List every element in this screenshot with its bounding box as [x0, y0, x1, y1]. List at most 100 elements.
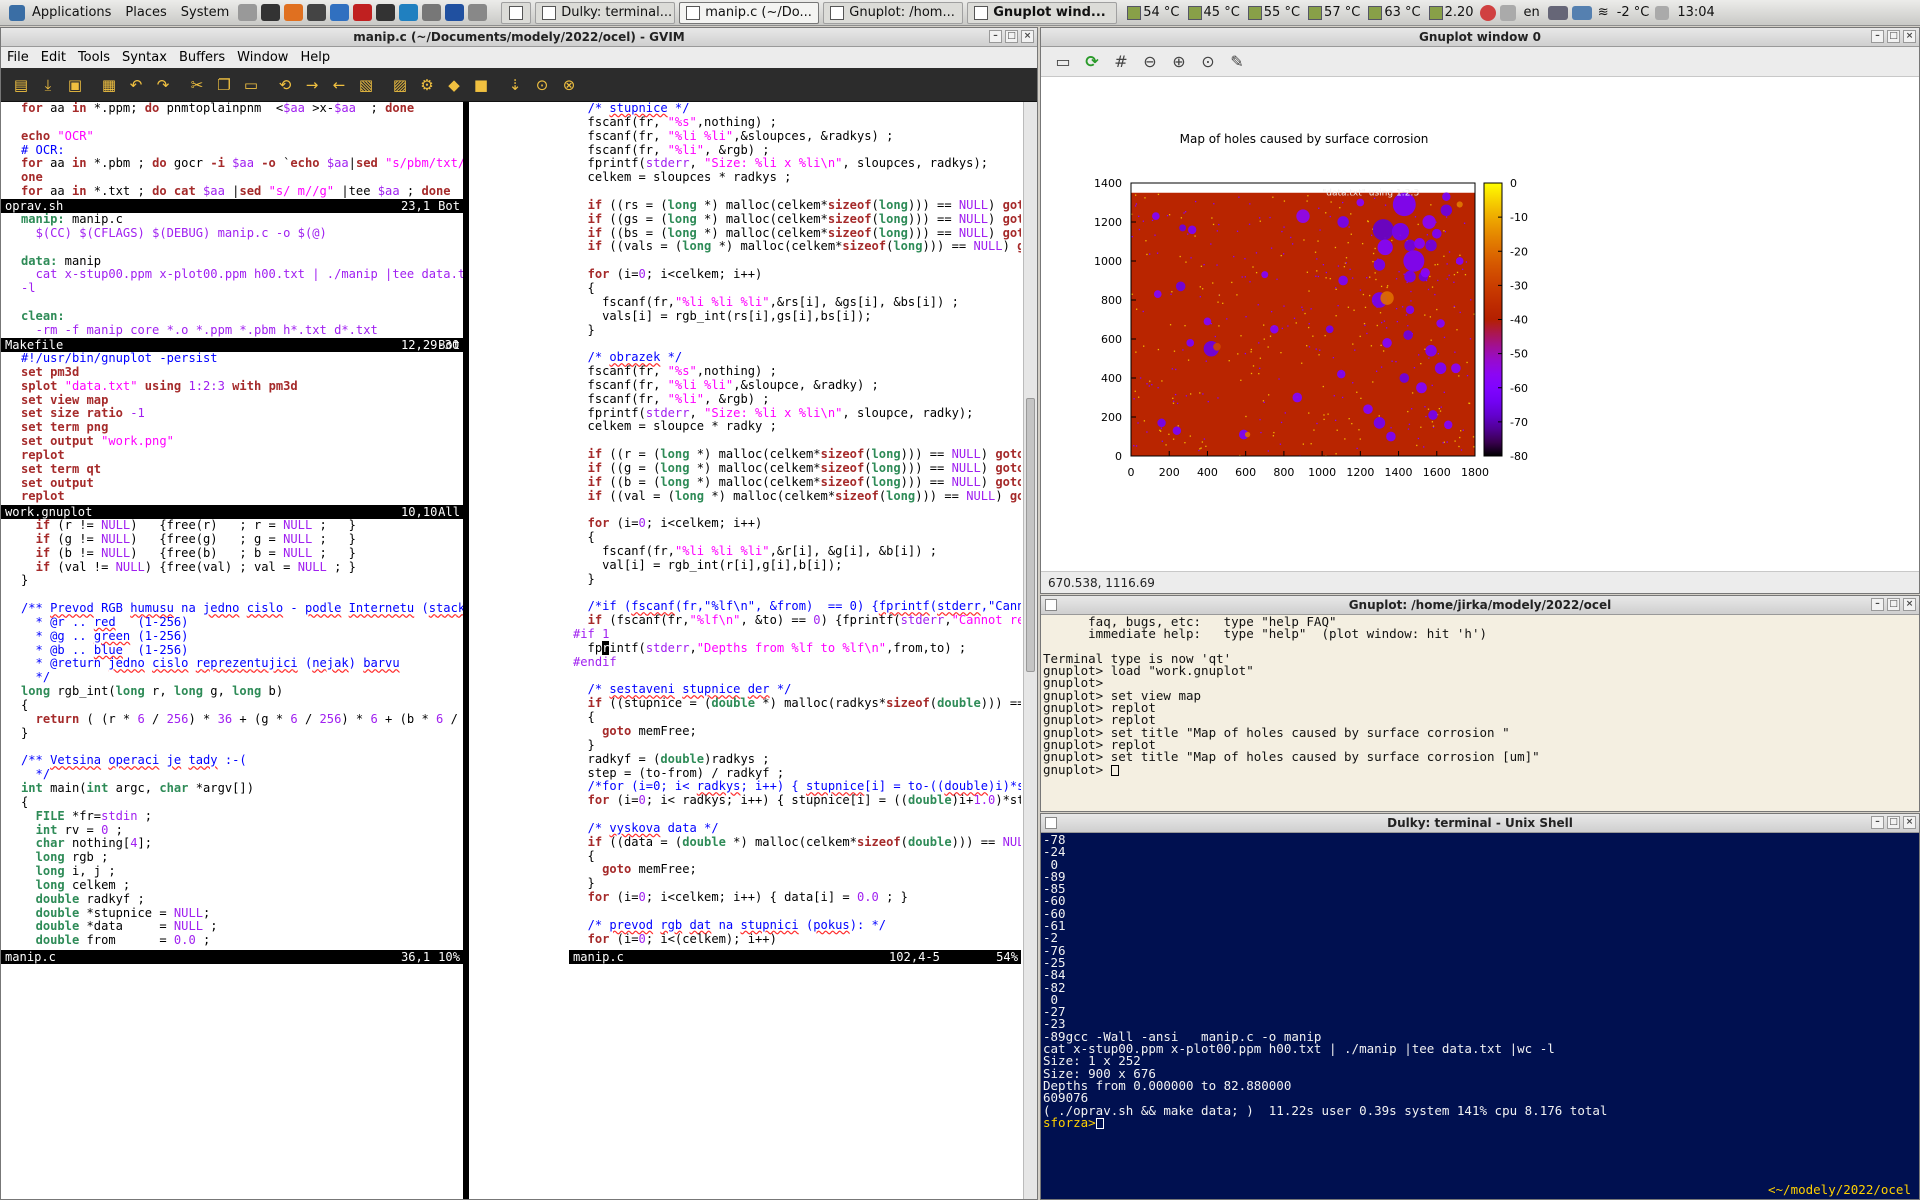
grid-icon[interactable]: #	[1109, 51, 1133, 73]
hole-mark[interactable]	[1428, 410, 1438, 420]
sensor-applet[interactable]: 63 °C	[1364, 5, 1424, 20]
show-desktop-button[interactable]	[501, 1, 532, 24]
drawing-icon[interactable]	[353, 4, 373, 21]
hole-mark[interactable]	[1186, 339, 1195, 347]
zoom-prev-icon[interactable]: ⊖	[1138, 51, 1162, 73]
menu-buffers[interactable]: Buffers	[173, 50, 231, 65]
gnuplot-window-titlebar[interactable]: Gnuplot window 0– □ ×	[1041, 28, 1919, 47]
hole-mark[interactable]	[1338, 275, 1348, 286]
hole-mark[interactable]	[1372, 219, 1394, 241]
archive-icon[interactable]	[422, 4, 442, 21]
tags-icon[interactable]: ■	[469, 73, 493, 97]
hole-mark[interactable]	[1442, 192, 1451, 201]
hole-mark[interactable]	[1444, 420, 1453, 430]
hole-mark[interactable]	[1425, 239, 1437, 252]
weather-temperature[interactable]: -2 °C	[1613, 5, 1654, 20]
print-icon[interactable]: ▦	[97, 73, 121, 97]
hole-mark[interactable]	[1456, 201, 1463, 208]
editor-launcher-icon[interactable]	[307, 4, 327, 21]
hole-mark[interactable]	[1377, 239, 1393, 256]
sensor-applet[interactable]: 2.20	[1425, 5, 1478, 20]
screenshot-icon[interactable]	[376, 4, 396, 21]
replace-icon[interactable]: ⟲	[273, 73, 297, 97]
hole-mark[interactable]	[1440, 204, 1453, 217]
hole-mark[interactable]	[1373, 259, 1386, 271]
maximize-button[interactable]: □	[1005, 30, 1018, 43]
places-menu[interactable]: Places	[118, 5, 173, 20]
minimize-button[interactable]: –	[1871, 30, 1884, 43]
hole-mark[interactable]	[1203, 317, 1212, 326]
hole-mark[interactable]	[1382, 338, 1392, 348]
terminal-prompt-line[interactable]: sforza>	[1043, 1116, 1917, 1129]
gvim-titlebar[interactable]: manip.c (~/Documents/modely/2022/ocel) -…	[1, 28, 1037, 47]
clock[interactable]: 13:04	[1671, 5, 1720, 20]
autoscale-icon[interactable]: ⊙	[1196, 51, 1220, 73]
color-picker-icon[interactable]	[330, 4, 350, 21]
sensor-applet[interactable]: 57 °C	[1304, 5, 1364, 20]
cut-icon[interactable]: ✂	[185, 73, 209, 97]
run-script-icon[interactable]: ⚙	[415, 73, 439, 97]
heatmap-chart[interactable]: Map of holes caused by surface corrosion…	[1041, 77, 1919, 572]
hole-mark[interactable]	[1422, 215, 1436, 229]
hole-mark[interactable]	[1292, 392, 1303, 403]
screen-icon[interactable]	[1547, 5, 1568, 20]
save-icon[interactable]: ⤓	[36, 73, 60, 97]
hole-mark[interactable]	[1404, 239, 1416, 252]
vertical-scrollbar[interactable]	[1023, 102, 1037, 1199]
hole-mark[interactable]	[1172, 426, 1182, 435]
hole-mark[interactable]	[1179, 224, 1187, 232]
hole-mark[interactable]	[1380, 291, 1394, 305]
menu-edit[interactable]: Edit	[35, 50, 72, 65]
hole-mark[interactable]	[1187, 225, 1197, 235]
gvim-editor[interactable]: for aa in *.ppm; do pnmtoplainpnm <$aa >…	[1, 102, 1037, 1199]
hole-mark[interactable]	[1434, 362, 1447, 375]
unix-terminal-titlebar[interactable]: Dulky: terminal - Unix Shell – □ ×	[1041, 814, 1919, 833]
keyboard-icon[interactable]	[1499, 4, 1516, 21]
misc-launcher-icon[interactable]	[468, 4, 488, 21]
editor-pane-manip-right[interactable]: /* stupnice */ fscanf(fr, "%s",nothing) …	[573, 102, 1021, 950]
system-menu[interactable]: System	[174, 5, 236, 20]
save-all-icon[interactable]: ▣	[63, 73, 87, 97]
close-help-icon[interactable]: ⊗	[557, 73, 581, 97]
hole-mark[interactable]	[1261, 271, 1269, 279]
hole-mark[interactable]	[1403, 330, 1413, 340]
hole-mark[interactable]	[1325, 325, 1334, 334]
hole-mark[interactable]	[1244, 431, 1251, 438]
plot-area[interactable]: Map of holes caused by surface corrosion…	[1041, 77, 1919, 571]
maximize-button[interactable]: □	[1887, 816, 1900, 829]
close-button[interactable]: ×	[1903, 816, 1916, 829]
minimize-button[interactable]: –	[1871, 598, 1884, 611]
menu-tools[interactable]: Tools	[72, 50, 116, 65]
minimize-button[interactable]: –	[1871, 816, 1884, 829]
taskbar-button[interactable]: Dulky: terminal...	[535, 1, 676, 24]
hole-mark[interactable]	[1373, 417, 1386, 429]
hole-mark[interactable]	[1425, 344, 1437, 357]
hole-mark[interactable]	[1416, 382, 1427, 394]
close-button[interactable]: ×	[1903, 598, 1916, 611]
save-session-icon[interactable]: ▨	[388, 73, 412, 97]
maximize-button[interactable]: □	[1887, 598, 1900, 611]
minimize-button[interactable]: –	[989, 30, 1002, 43]
vertical-split-separator[interactable]	[463, 102, 469, 1199]
gnuplot-console-output[interactable]: faq, bugs, etc: type "help FAQ" immediat…	[1041, 615, 1919, 811]
editor-pane-makefile[interactable]: manip: manip.c $(CC) $(CFLAGS) $(DEBUG) …	[21, 213, 463, 338]
console-prompt-line[interactable]: gnuplot>	[1043, 763, 1917, 776]
sensor-applet[interactable]: 55 °C	[1244, 5, 1304, 20]
hole-mark[interactable]	[1399, 373, 1410, 383]
menu-window[interactable]: Window	[231, 50, 294, 65]
settings-icon[interactable]: ✎	[1225, 51, 1249, 73]
hole-mark[interactable]	[1175, 281, 1186, 292]
load-session-icon[interactable]: ▧	[354, 73, 378, 97]
hole-mark[interactable]	[1296, 209, 1310, 223]
terminal-launcher-icon[interactable]	[261, 4, 281, 21]
menu-syntax[interactable]: Syntax	[116, 50, 173, 65]
scrollbar-thumb[interactable]	[1026, 398, 1035, 672]
sensor-applet[interactable]: 45 °C	[1184, 5, 1244, 20]
find-help-icon[interactable]: ⊙	[530, 73, 554, 97]
undo-icon[interactable]: ↶	[124, 73, 148, 97]
sensor-applet[interactable]: 54 °C	[1123, 5, 1183, 20]
hole-mark[interactable]	[1356, 198, 1365, 207]
hole-mark[interactable]	[1455, 257, 1464, 265]
copy-icon[interactable]: ❐	[212, 73, 236, 97]
file-manager-icon[interactable]	[238, 4, 258, 21]
